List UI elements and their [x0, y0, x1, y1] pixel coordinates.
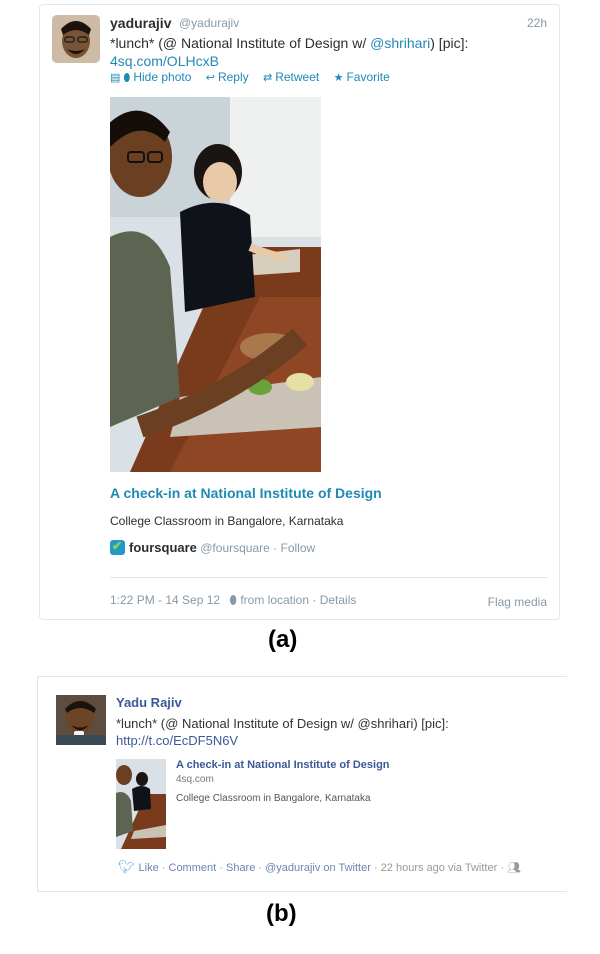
- separator-dot: ·: [258, 862, 263, 874]
- location-link[interactable]: from location: [240, 593, 309, 607]
- username-handle[interactable]: @yadurajiv: [179, 16, 239, 30]
- comment-link[interactable]: Comment: [169, 862, 217, 874]
- tweet-card: yadurajiv @yadurajiv 22h *lunch* (@ Nati…: [39, 4, 560, 620]
- separator-dot: ·: [219, 862, 223, 874]
- location-pin-icon: ⬮: [123, 72, 131, 84]
- details-link[interactable]: · Details: [312, 593, 356, 607]
- avatar[interactable]: [52, 15, 100, 63]
- tweet-timestamp[interactable]: 22h: [527, 16, 547, 30]
- reply-label: Reply: [217, 70, 249, 84]
- flag-media-link[interactable]: Flag media: [488, 595, 547, 609]
- full-timestamp[interactable]: 1:22 PM - 14 Sep 12: [110, 593, 220, 607]
- author-name[interactable]: Yadu Rajiv: [116, 695, 182, 710]
- card-title-link[interactable]: A check-in at National Institute of Desi…: [110, 485, 382, 501]
- source-name[interactable]: foursquare: [129, 540, 197, 555]
- display-name[interactable]: yadurajiv: [110, 15, 171, 31]
- retweet-icon: ⇄: [262, 72, 273, 84]
- tweet-actions: ▤ ⬮ Hide photo ↩ Reply ⇄ Retweet ★ Favorite: [110, 70, 401, 85]
- retweet-button[interactable]: ⇄ Retweet: [263, 70, 319, 84]
- facebook-post: Yadu Rajiv *lunch* (@ National Institute…: [37, 676, 567, 892]
- tweet-text-prefix: *lunch* (@ National Institute of Design …: [110, 35, 371, 51]
- tweet-text-suffix: ) [pic]:: [430, 35, 469, 51]
- post-text: *lunch* (@ National Institute of Design …: [116, 715, 556, 749]
- source-handle[interactable]: @foursquare: [200, 541, 270, 555]
- avatar[interactable]: [56, 695, 106, 745]
- post-url-link[interactable]: http://t.co/EcDF5N6V: [116, 733, 238, 748]
- hide-photo-label: Hide photo: [133, 70, 192, 84]
- separator-dot: ·: [500, 862, 504, 874]
- card-description: College Classroom in Bangalore, Karnatak…: [110, 514, 344, 528]
- location-pin-icon: ⬮: [229, 593, 237, 607]
- figure-label-a: (a): [268, 626, 298, 653]
- card-source: foursquare @foursquare · Follow: [110, 539, 315, 555]
- separator-dot: ·: [161, 862, 166, 874]
- divider: [110, 577, 548, 578]
- mention-link[interactable]: @shrihari: [370, 35, 430, 51]
- photo-icon: ▤: [110, 72, 121, 84]
- follow-link[interactable]: · Follow: [273, 541, 315, 555]
- separator-dot: ·: [373, 862, 378, 874]
- post-text-body: *lunch* (@ National Institute of Design …: [116, 716, 449, 731]
- tweet-meta: 1:22 PM - 14 Sep 12 ⬮ from location · De…: [110, 593, 356, 608]
- attachment-description: College Classroom in Bangalore, Karnatak…: [176, 793, 371, 804]
- favorite-button[interactable]: ★ Favorite: [334, 70, 390, 84]
- favorite-label: Favorite: [346, 70, 390, 84]
- friends-audience-icon[interactable]: 👥︎: [507, 862, 521, 874]
- tweet-photo[interactable]: [110, 97, 321, 472]
- via-user-link[interactable]: @yadurajiv on Twitter: [265, 862, 371, 874]
- retweet-label: Retweet: [275, 70, 320, 84]
- post-actions: 🐦︎ Like · Comment · Share · @yadurajiv on…: [118, 859, 521, 875]
- share-link[interactable]: Share: [226, 862, 255, 874]
- figure-label-b: (b): [266, 900, 297, 927]
- attachment-domain: 4sq.com: [176, 774, 214, 785]
- foursquare-logo-icon: [110, 539, 125, 555]
- reply-icon: ↩: [205, 72, 215, 84]
- like-link[interactable]: Like: [139, 862, 159, 874]
- star-icon: ★: [333, 72, 344, 84]
- attachment-title-link[interactable]: A check-in at National Institute of Desi…: [176, 759, 390, 771]
- reply-button[interactable]: ↩ Reply: [206, 70, 249, 84]
- twitter-bird-icon: 🐦︎: [118, 859, 135, 874]
- post-time[interactable]: 22 hours ago via Twitter: [381, 862, 498, 874]
- hide-photo-button[interactable]: ▤ ⬮ Hide photo: [110, 70, 191, 85]
- attachment-thumbnail[interactable]: [116, 759, 166, 849]
- tweet-text: *lunch* (@ National Institute of Design …: [110, 34, 540, 70]
- tweet-url-link[interactable]: 4sq.com/OLHcxB: [110, 53, 219, 69]
